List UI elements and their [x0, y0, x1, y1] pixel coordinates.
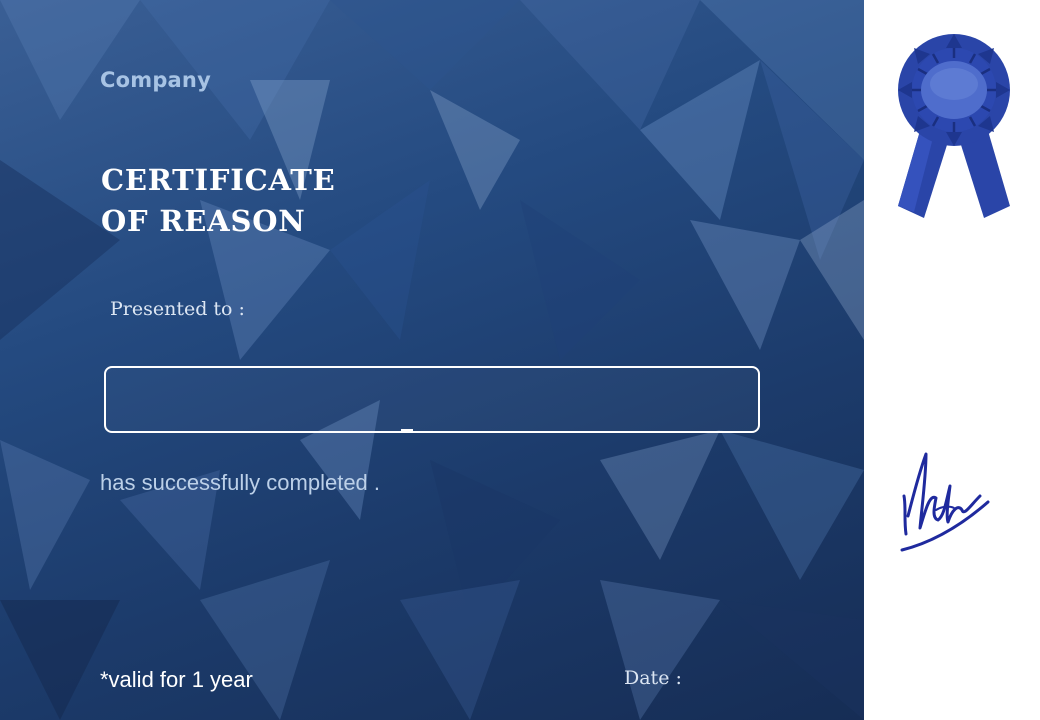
- presented-to-label: Presented to :: [110, 298, 245, 320]
- blue-ribbon-rosette-icon: [898, 34, 1010, 218]
- text-caret: [401, 429, 413, 431]
- validity-note: *valid for 1 year: [100, 667, 253, 692]
- polygon-background: [0, 0, 864, 720]
- company-name: Company: [100, 68, 211, 92]
- recipient-name-field[interactable]: [104, 366, 760, 433]
- certificate-panel: Company CERTIFICATE OF REASON Presented …: [0, 0, 864, 720]
- handwritten-signature-icon: [900, 452, 990, 552]
- title-line-1: CERTIFICATE: [101, 163, 336, 197]
- date-label: Date :: [624, 667, 682, 689]
- completion-text: has successfully completed .: [100, 470, 381, 495]
- certificate-title: CERTIFICATE OF REASON: [101, 160, 336, 242]
- title-line-2: OF REASON: [101, 204, 306, 238]
